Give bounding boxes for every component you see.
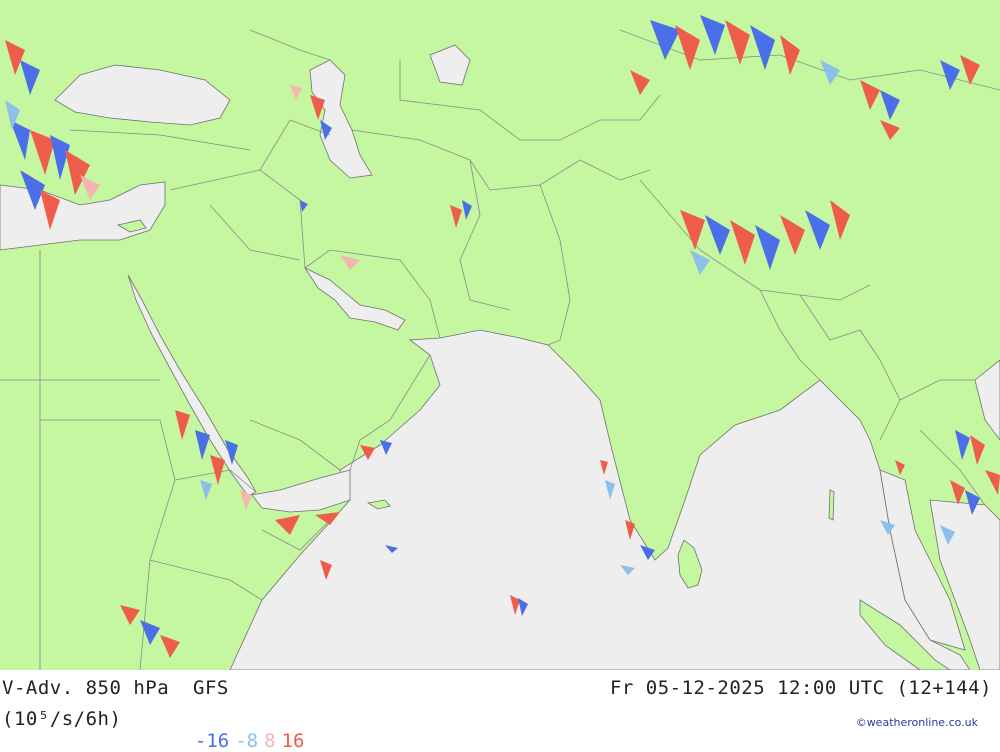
andaman-islands [828,489,835,521]
map-title: V-Adv. 850 hPa GFS [2,677,229,699]
legend-item: 8 [264,730,276,752]
credit-link[interactable]: ©weatheronline.co.uk [856,716,978,729]
legend-item: -8 [235,730,259,752]
legend-item: 16 [281,730,305,752]
valid-time: Fr 05-12-2025 12:00 UTC (12+144) [609,677,992,699]
color-legend: -16 -8 8 16 [172,708,310,752]
unit-label: (10⁵/s/6h) [2,708,122,730]
weather-map [0,0,1000,670]
legend-item: -16 [194,730,230,752]
